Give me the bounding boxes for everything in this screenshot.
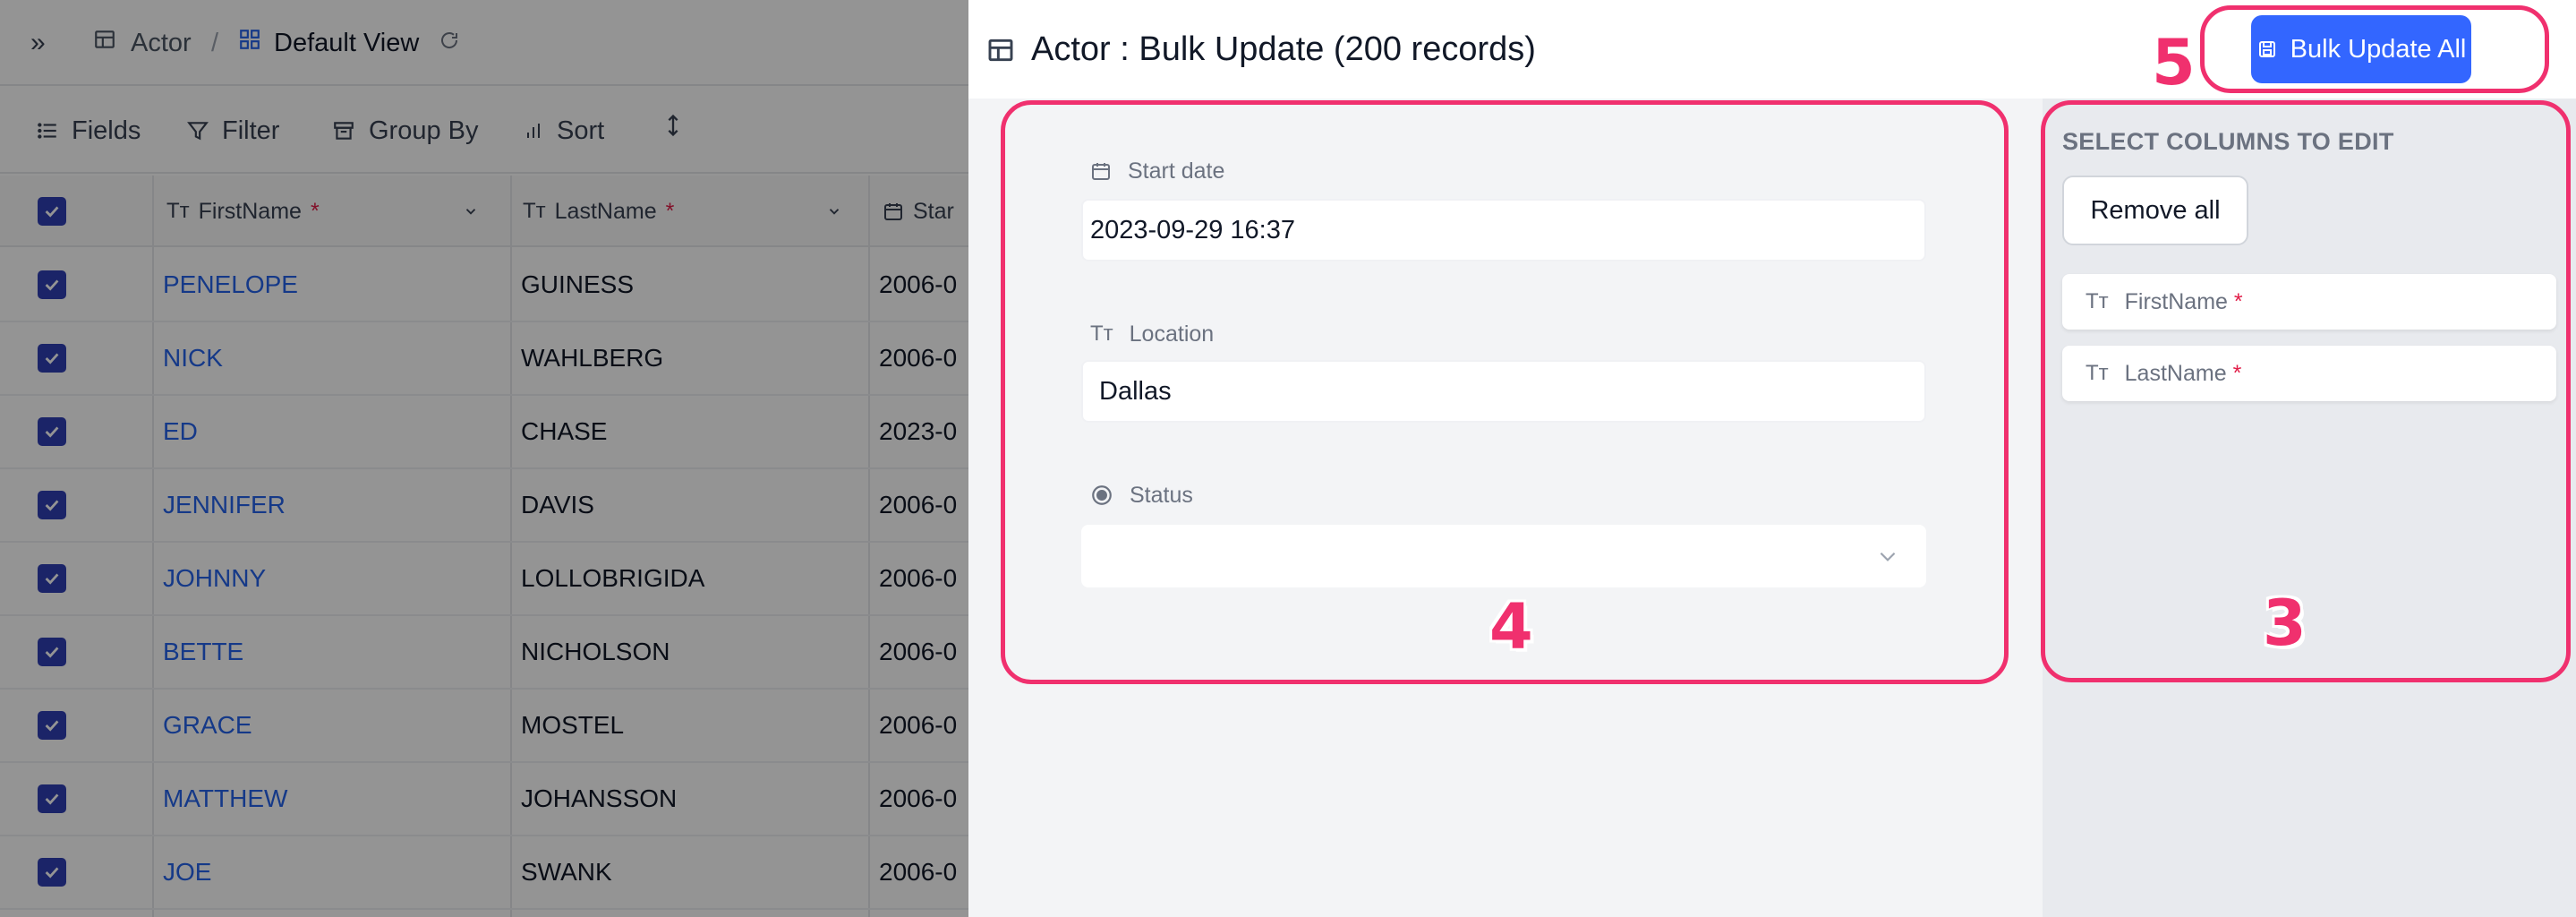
annotation-number-button: 5 (2152, 26, 2196, 99)
annotation-box-button (2200, 5, 2549, 93)
table-icon (988, 39, 1013, 62)
annotation-number-columns: 3 (2263, 587, 2307, 660)
modal-backdrop[interactable] (0, 0, 968, 917)
annotation-number-form: 4 (1489, 590, 1533, 664)
drawer-title: Actor : Bulk Update (200 records) (1031, 30, 1536, 68)
grid-view: » Actor / Default View Fields Filter Gro… (0, 0, 968, 917)
